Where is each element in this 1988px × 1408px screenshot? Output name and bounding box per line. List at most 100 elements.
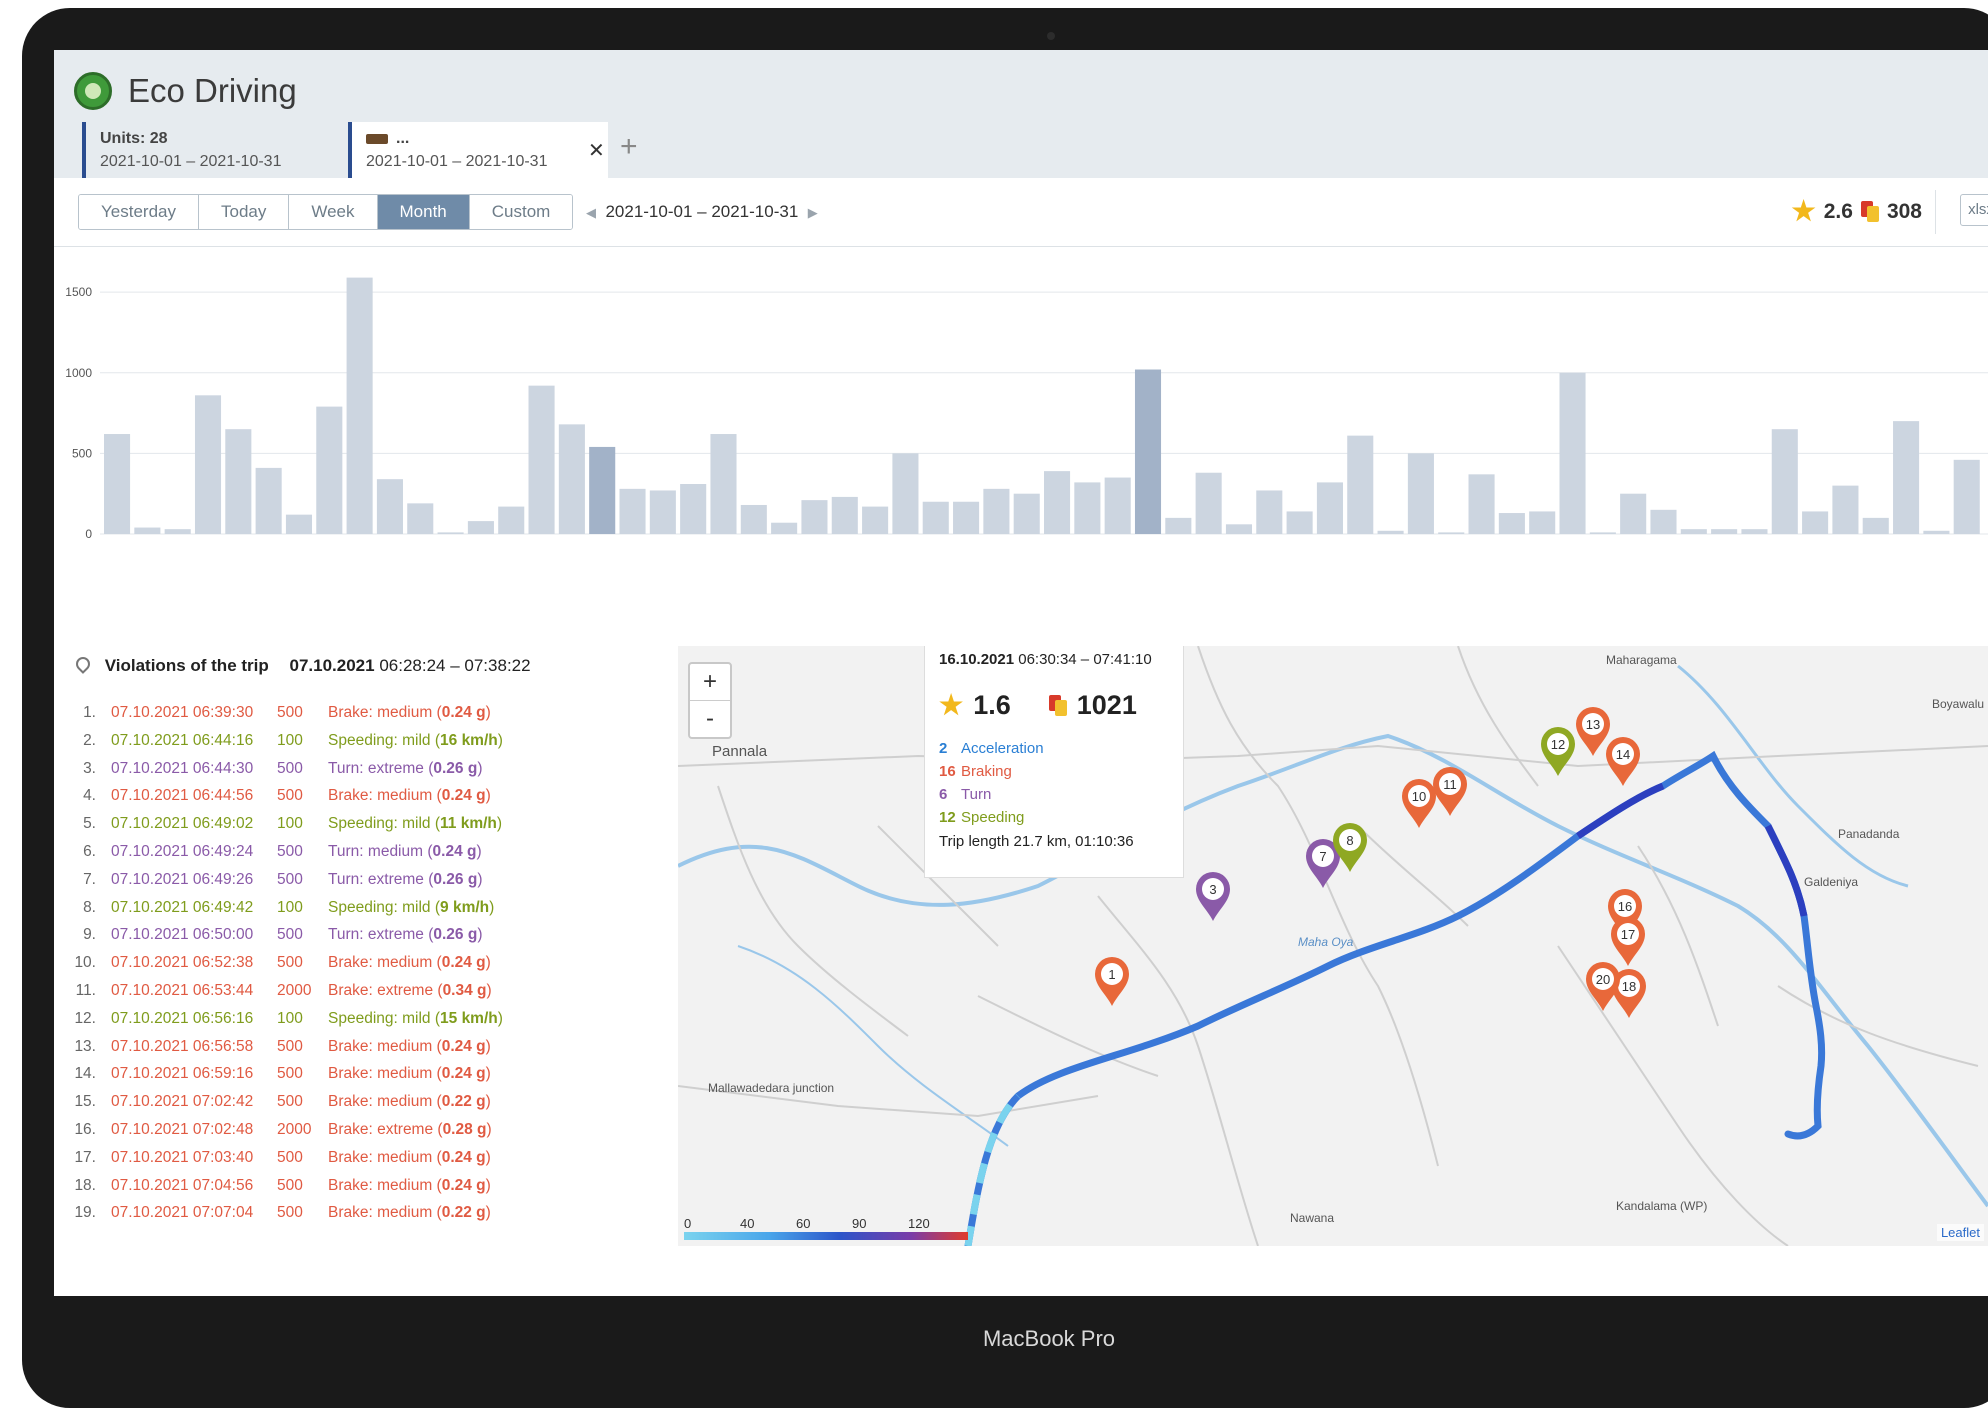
chart-bar[interactable]: [1923, 530, 1950, 534]
chart-bar[interactable]: [680, 484, 707, 534]
chart-bar[interactable]: [1559, 372, 1586, 534]
chart-bar[interactable]: [983, 488, 1010, 534]
violation-marker[interactable]: 20: [1586, 962, 1620, 1011]
export-xlsx-button[interactable]: xlsx: [1960, 194, 1988, 226]
summary-rating: 2.6: [1823, 199, 1853, 223]
chart-bar[interactable]: [1711, 529, 1738, 534]
chart-bar[interactable]: [1771, 429, 1798, 534]
violation-marker[interactable]: 11: [1433, 767, 1467, 816]
chart-bar[interactable]: [1286, 511, 1313, 534]
period-button[interactable]: Week: [289, 195, 378, 229]
chart-bar[interactable]: [953, 501, 980, 534]
chart-bar[interactable]: [376, 479, 403, 534]
place-label: Pannala: [712, 743, 768, 760]
violation-number: 11.: [75, 981, 96, 999]
chart-bar[interactable]: [1893, 421, 1920, 534]
chart-bar[interactable]: [1802, 511, 1829, 534]
chart-bar[interactable]: [1529, 511, 1556, 534]
chart-bar[interactable]: [619, 488, 646, 534]
next-period-icon[interactable]: ▶: [808, 205, 818, 220]
chart-bar[interactable]: [740, 504, 767, 534]
chart-bar[interactable]: [1498, 513, 1525, 534]
violation-marker[interactable]: 13: [1576, 707, 1610, 756]
chart-bar[interactable]: [1104, 477, 1131, 534]
river-label: Maha Oya: [1298, 935, 1354, 949]
chart-bar[interactable]: [1680, 529, 1707, 534]
violation-marker[interactable]: 3: [1196, 872, 1230, 921]
period-button[interactable]: Custom: [469, 195, 573, 229]
tab-units[interactable]: Units: 28 2021-10-01 – 2021-10-31: [82, 122, 348, 178]
chart-bar[interactable]: [558, 424, 585, 534]
popup-stat-label: Speeding: [961, 809, 1025, 826]
popup-stat-row: 12 Speeding: [939, 806, 1169, 829]
violation-marker[interactable]: 14: [1606, 737, 1640, 786]
chart-bar[interactable]: [498, 506, 525, 534]
violation-marker[interactable]: 8: [1333, 823, 1367, 872]
chart-bar[interactable]: [467, 521, 494, 534]
zoom-in-button[interactable]: +: [690, 664, 730, 700]
chart-bar[interactable]: [1589, 532, 1616, 534]
chart-bar[interactable]: [1134, 369, 1162, 534]
chart-bar[interactable]: [316, 406, 343, 534]
chart-bar[interactable]: [1044, 471, 1071, 534]
chart-bar[interactable]: [134, 527, 161, 534]
tab-unit[interactable]: ... 2021-10-01 – 2021-10-31: [348, 122, 608, 178]
chart-bar[interactable]: [104, 434, 131, 534]
chart-bar[interactable]: [862, 506, 889, 534]
chart-bar[interactable]: [346, 277, 373, 534]
prev-period-icon[interactable]: ◀: [586, 205, 596, 220]
chart-bar[interactable]: [255, 467, 282, 534]
chart-bar[interactable]: [1074, 482, 1101, 534]
chart-bar[interactable]: [1195, 472, 1222, 534]
add-tab-icon[interactable]: +: [620, 130, 638, 164]
close-tab-icon[interactable]: ✕: [588, 138, 605, 163]
chart-bar[interactable]: [1165, 517, 1192, 534]
chart-bar[interactable]: [801, 500, 828, 534]
chart-bar[interactable]: [1347, 435, 1374, 534]
chart-bar[interactable]: [649, 490, 676, 534]
violation-marker[interactable]: 1: [1095, 957, 1129, 1006]
period-button[interactable]: Today: [198, 195, 290, 229]
trip-map[interactable]: Maharagama Pannala Boyawalu Panadanda Ga…: [678, 646, 1988, 1246]
leaflet-attribution-link[interactable]: Leaflet: [1936, 1224, 1984, 1241]
violation-marker[interactable]: 12: [1541, 727, 1575, 776]
chart-bar[interactable]: [1953, 459, 1980, 534]
trip-time: 06:28:24 – 07:38:22: [379, 656, 531, 675]
chart-bar[interactable]: [1013, 493, 1040, 534]
chart-bar[interactable]: [194, 395, 222, 534]
violation-marker[interactable]: 17: [1611, 917, 1645, 966]
chart-bar[interactable]: [528, 385, 555, 534]
chart-bar[interactable]: [1256, 490, 1283, 534]
chart-bar[interactable]: [831, 496, 858, 534]
violation-number: 17.: [74, 1148, 96, 1166]
chart-bar[interactable]: [407, 503, 434, 534]
chart-bar[interactable]: [1407, 453, 1434, 534]
chart-bar[interactable]: [1741, 529, 1768, 534]
period-button[interactable]: Yesterday: [79, 195, 199, 229]
chart-bar[interactable]: [1620, 493, 1647, 534]
chart-bar[interactable]: [437, 532, 464, 534]
chart-bar[interactable]: [1468, 474, 1495, 534]
speed-legend-tick: 60: [796, 1216, 811, 1231]
period-button[interactable]: Month: [377, 195, 470, 229]
chart-bar[interactable]: [710, 434, 737, 534]
chart-bar[interactable]: [771, 522, 798, 534]
map-canvas[interactable]: Maharagama Pannala Boyawalu Panadanda Ga…: [678, 646, 1988, 1246]
chart-bar[interactable]: [1225, 524, 1253, 534]
chart-bar[interactable]: [589, 446, 616, 534]
chart-bar[interactable]: [1650, 509, 1677, 534]
chart-bar[interactable]: [1438, 532, 1465, 534]
chart-bar[interactable]: [164, 529, 191, 534]
chart-bar[interactable]: [1832, 485, 1859, 534]
summary-scores: ★ 2.6 308: [1792, 196, 1922, 227]
chart-bar[interactable]: [225, 429, 252, 534]
violation-close-paren: ): [485, 704, 491, 721]
chart-bar[interactable]: [1377, 530, 1404, 534]
violation-marker[interactable]: 10: [1402, 779, 1436, 828]
zoom-out-button[interactable]: -: [690, 700, 730, 737]
chart-bar[interactable]: [1316, 482, 1343, 534]
chart-bar[interactable]: [892, 453, 919, 534]
chart-bar[interactable]: [285, 514, 313, 534]
chart-bar[interactable]: [922, 501, 949, 534]
chart-bar[interactable]: [1862, 517, 1889, 534]
